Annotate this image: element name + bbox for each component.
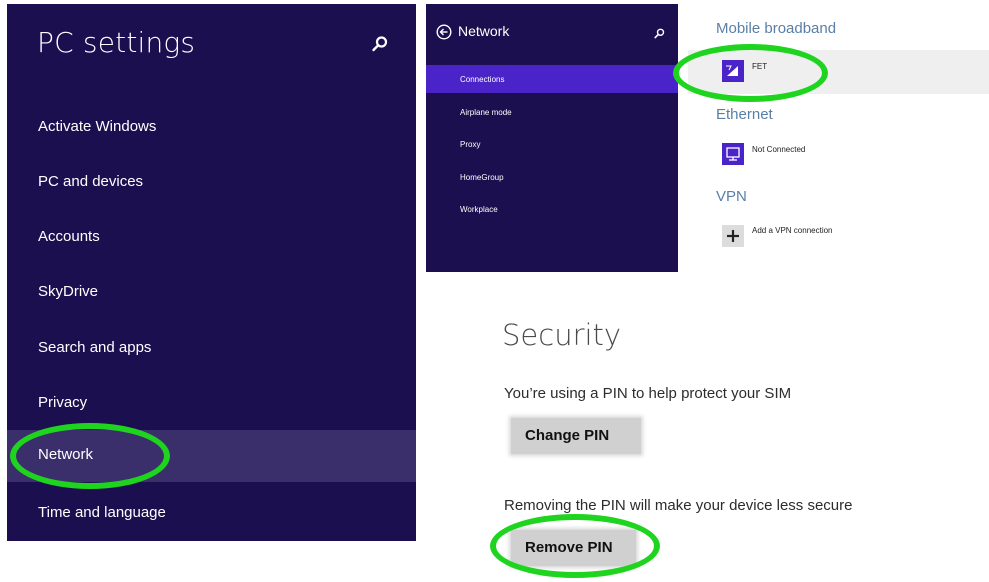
sidebar-item-label: Time and language [38, 504, 166, 521]
sidebar-item-accounts[interactable]: Accounts [7, 212, 416, 264]
change-pin-button[interactable]: Change PIN [511, 418, 641, 454]
page-title: Network [458, 23, 510, 39]
mobile-broadband-heading: Mobile broadband [716, 20, 837, 37]
sidebar-item-privacy[interactable]: Privacy [7, 378, 416, 430]
sidebar-item-time-and-language[interactable]: Time and language [7, 488, 416, 540]
nav-item-homegroup[interactable]: HomeGroup [426, 163, 678, 191]
sidebar-item-label: PC and devices [38, 173, 144, 190]
nav-item-label: HomeGroup [460, 173, 504, 182]
mobile-broadband-label: FET [752, 62, 768, 71]
sidebar-item-skydrive[interactable]: SkyDrive [7, 267, 416, 319]
network-panel: Network Connections Airplane mode Proxy … [426, 4, 678, 272]
ethernet-label: Not Connected [752, 145, 806, 154]
ethernet-icon[interactable] [722, 143, 744, 165]
sidebar-item-label: Activate Windows [38, 118, 157, 135]
pin-status-text: You’re using a PIN to help protect your … [504, 385, 792, 402]
mobile-signal-icon [722, 60, 744, 82]
nav-item-label: Connections [460, 75, 505, 84]
ethernet-heading: Ethernet [716, 106, 773, 123]
sidebar-item-network[interactable]: Network [7, 430, 416, 482]
pc-settings-panel: PC settings Activate Windows PC and devi… [7, 4, 416, 541]
sidebar-item-label: Network [38, 446, 94, 463]
nav-item-label: Proxy [460, 140, 481, 149]
search-icon[interactable] [654, 28, 665, 39]
sidebar-item-label: SkyDrive [38, 283, 99, 300]
search-icon[interactable] [371, 35, 389, 53]
sidebar-item-label: Search and apps [38, 339, 152, 356]
change-pin-label: Change PIN [525, 427, 610, 444]
nav-item-workplace[interactable]: Workplace [426, 195, 678, 223]
back-arrow-icon[interactable] [436, 24, 452, 40]
sidebar-item-activate-windows[interactable]: Activate Windows [7, 102, 416, 154]
sidebar-item-label: Privacy [38, 394, 88, 411]
sidebar-item-label: Accounts [38, 228, 100, 245]
security-heading: Security [502, 318, 622, 352]
sidebar-item-search-and-apps[interactable]: Search and apps [7, 323, 416, 375]
remove-pin-warning-text: Removing the PIN will make your device l… [504, 497, 853, 514]
nav-item-airplane-mode[interactable]: Airplane mode [426, 98, 678, 126]
nav-item-label: Airplane mode [460, 108, 512, 117]
sidebar-item-pc-and-devices[interactable]: PC and devices [7, 157, 416, 209]
nav-item-proxy[interactable]: Proxy [426, 130, 678, 158]
add-icon[interactable] [722, 225, 744, 247]
page-title: PC settings [37, 26, 196, 59]
vpn-heading: VPN [716, 188, 747, 205]
vpn-label: Add a VPN connection [752, 226, 833, 235]
remove-pin-button[interactable]: Remove PIN [511, 530, 636, 566]
nav-item-label: Workplace [460, 205, 498, 214]
remove-pin-label: Remove PIN [525, 539, 613, 556]
nav-item-connections[interactable]: Connections [426, 65, 678, 93]
